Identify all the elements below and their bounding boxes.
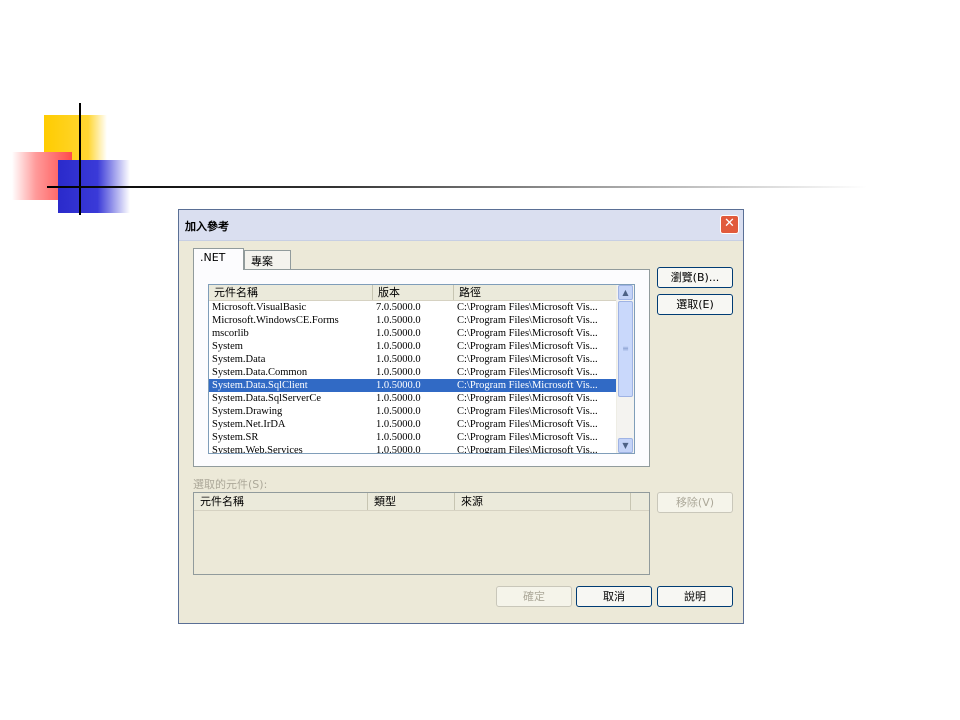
tab-dotnet[interactable]: .NET [193,248,244,270]
list-item-path: C:\Program Files\Microsoft Vis... [457,419,598,430]
components-list-header: 元件名稱 版本 路徑 [209,285,619,301]
tab-project[interactable]: 專案 [244,250,291,269]
list-item-path: C:\Program Files\Microsoft Vis... [457,432,598,443]
scroll-thumb[interactable]: ≡ [618,301,633,397]
scroll-down-icon[interactable]: ▼ [618,438,633,453]
list-item[interactable]: Microsoft.WindowsCE.Forms 1.0.5000.0 C:\Pr… [209,314,617,327]
list-item-name: Microsoft.WindowsCE.Forms [212,315,339,326]
list-item-version: 1.0.5000.0 [376,393,421,404]
list-item[interactable]: System 1.0.5000.0 C:\Program Files\Microso… [209,340,617,353]
list-item-version: 1.0.5000.0 [376,445,421,453]
list-item[interactable]: System.Drawing 1.0.5000.0 C:\Program Files… [209,405,617,418]
list-item[interactable]: mscorlib 1.0.5000.0 C:\Program Files\Micro… [209,327,617,340]
tab-dotnet-label: .NET [200,251,226,264]
list-item-name: System.Data [212,354,266,365]
list-item-name: System.Data.Common [212,367,308,378]
components-list[interactable]: 元件名稱 版本 路徑 Microsoft.VisualBasic 7.0.5000… [208,284,635,454]
list-item-name: mscorlib [212,328,249,339]
selected-components-label: 選取的元件(S): [193,478,268,491]
selected-list-header: 元件名稱 類型 來源 [194,493,649,511]
column-header-name[interactable]: 元件名稱 [209,285,373,300]
ok-button[interactable]: 確定 [496,586,572,607]
browse-button[interactable]: 瀏覽(B)... [657,267,733,288]
remove-button[interactable]: 移除(V) [657,492,733,513]
tab-project-label: 專案 [251,255,273,268]
list-item-name: System [212,341,243,352]
cancel-button[interactable]: 取消 [576,586,652,607]
selected-components-list[interactable]: 元件名稱 類型 來源 [193,492,650,575]
list-item-path: C:\Program Files\Microsoft Vis... [457,341,598,352]
list-item-name: System.Net.IrDA [212,419,286,430]
slide-deco-vertical-line [79,103,81,215]
list-item-path: C:\Program Files\Microsoft Vis... [457,315,598,326]
dialog-title: 加入參考 [185,220,229,233]
list-item[interactable]: System.Net.IrDA 1.0.5000.0 C:\Program File… [209,418,617,431]
list-item-path: C:\Program Files\Microsoft Vis... [457,380,598,391]
list-item-version: 1.0.5000.0 [376,341,421,352]
list-item[interactable]: System.Data.SqlServerCe 1.0.5000.0 C:\Prog… [209,392,617,405]
list-item-version: 1.0.5000.0 [376,406,421,417]
selected-column-name[interactable]: 元件名稱 [194,493,368,510]
list-item-path: C:\Program Files\Microsoft Vis... [457,406,598,417]
help-button[interactable]: 說明 [657,586,733,607]
list-item-path: C:\Program Files\Microsoft Vis... [457,367,598,378]
selected-column-source[interactable]: 來源 [455,493,631,510]
list-item[interactable]: System.Data 1.0.5000.0 C:\Program Files\Mi… [209,353,617,366]
column-header-path[interactable]: 路徑 [454,285,619,300]
list-item-path: C:\Program Files\Microsoft Vis... [457,393,598,404]
list-item-path: C:\Program Files\Microsoft Vis... [457,328,598,339]
add-reference-dialog: 加入參考 ✕ .NET 專案 元件名稱 版本 路徑 Microsoft.Visu… [178,209,744,624]
list-item-name: System.Data.SqlServerCe [212,393,322,404]
scroll-up-icon[interactable]: ▲ [618,285,633,300]
list-item-version: 1.0.5000.0 [376,354,421,365]
list-item-name: System.Drawing [212,406,283,417]
list-item[interactable]: Microsoft.VisualBasic 7.0.5000.0 C:\Progra… [209,301,617,314]
list-item-version: 1.0.5000.0 [376,432,421,443]
list-item[interactable]: System.Data.Common 1.0.5000.0 C:\Program F… [209,366,617,379]
list-item-name: System.Web.Services [212,445,303,453]
list-item-version: 1.0.5000.0 [376,315,421,326]
list-item-path: C:\Program Files\Microsoft Vis... [457,445,598,453]
list-item-version: 1.0.5000.0 [376,328,421,339]
list-item[interactable]: System.Web.Services 1.0.5000.0 C:\Program … [209,444,617,453]
dialog-titlebar[interactable]: 加入參考 ✕ [179,210,743,241]
list-item-path: C:\Program Files\Microsoft Vis... [457,354,598,365]
list-item-path: C:\Program Files\Microsoft Vis... [457,302,598,313]
list-item-version: 1.0.5000.0 [376,419,421,430]
list-item-name: System.SR [212,432,259,443]
list-item-name: System.Data.SqlClient [212,380,308,391]
column-header-version[interactable]: 版本 [373,285,454,300]
list-item-version: 1.0.5000.0 [376,380,421,391]
components-scrollbar[interactable]: ▲ ≡ ▼ [616,285,634,453]
list-item-version: 7.0.5000.0 [376,302,421,313]
select-button[interactable]: 選取(E) [657,294,733,315]
slide-deco-horizontal-line [47,186,867,188]
selected-column-type[interactable]: 類型 [368,493,455,510]
components-list-rows: Microsoft.VisualBasic 7.0.5000.0 C:\Progra… [209,301,617,453]
list-item[interactable]: System.Data.SqlClient 1.0.5000.0 C:\Progra… [209,379,617,392]
list-item-version: 1.0.5000.0 [376,367,421,378]
close-icon[interactable]: ✕ [720,215,739,234]
tab-panel: 元件名稱 版本 路徑 Microsoft.VisualBasic 7.0.5000… [193,269,650,467]
list-item-name: Microsoft.VisualBasic [212,302,307,313]
list-item[interactable]: System.SR 1.0.5000.0 C:\Program Files\Micr… [209,431,617,444]
